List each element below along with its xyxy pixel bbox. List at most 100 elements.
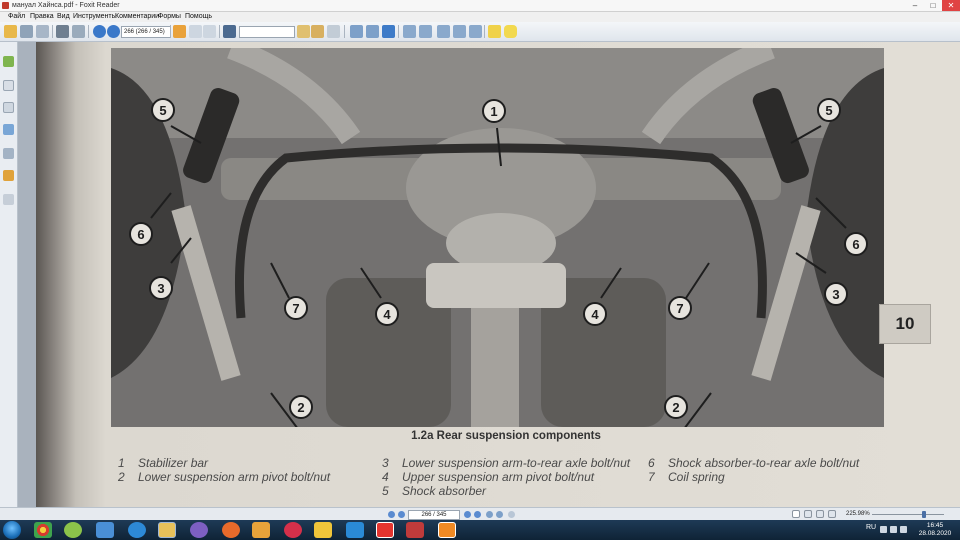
menu-edit[interactable]: Правка bbox=[30, 12, 54, 22]
windows-start-icon[interactable] bbox=[3, 521, 21, 539]
legend-item: 6 Shock absorber-to-rear axle bolt/nut bbox=[648, 456, 859, 470]
minimize-button[interactable]: – bbox=[906, 0, 924, 11]
comment-note-icon[interactable] bbox=[504, 25, 517, 38]
cover-view-icon[interactable] bbox=[828, 510, 836, 518]
zoom-level[interactable]: 225.98% bbox=[846, 510, 870, 519]
legend-text: Shock absorber-to-rear axle bolt/nut bbox=[668, 456, 860, 470]
history-icon[interactable] bbox=[508, 511, 515, 518]
chapter-tab-number: 10 bbox=[895, 314, 915, 333]
torrent-app-icon[interactable] bbox=[346, 522, 364, 538]
bookmarks-panel-icon[interactable] bbox=[3, 56, 14, 67]
comments-panel-icon[interactable] bbox=[3, 124, 14, 135]
email-icon[interactable] bbox=[72, 25, 85, 38]
toolbar-separator bbox=[52, 25, 53, 38]
save-icon[interactable] bbox=[20, 25, 33, 38]
zoom-slider[interactable] bbox=[872, 514, 944, 515]
search-input[interactable] bbox=[239, 26, 295, 38]
legend-item: 3 Lower suspension arm-to-rear axle bolt/… bbox=[382, 456, 630, 470]
next-page-icon[interactable] bbox=[107, 25, 120, 38]
clock-time: 16:45 bbox=[926, 522, 944, 529]
taskbar: RU 16:45 28.08.2020 bbox=[0, 520, 960, 540]
rotate-icon[interactable] bbox=[403, 25, 416, 38]
toolbar-separator bbox=[344, 25, 345, 38]
window-title: мануал Хайнса.pdf - Foxit Reader bbox=[12, 2, 120, 9]
find-icon[interactable] bbox=[223, 25, 236, 38]
suspension-figure: 1 5 5 6 6 3 3 4 4 7 7 2 2 bbox=[111, 48, 884, 427]
toolbar-separator bbox=[88, 25, 89, 38]
chrome-icon[interactable] bbox=[34, 522, 52, 538]
tray-arrow-icon[interactable] bbox=[880, 526, 887, 533]
fit-page-icon[interactable] bbox=[350, 25, 363, 38]
select-text-icon[interactable] bbox=[189, 25, 202, 38]
document-view[interactable]: 1 5 5 6 6 3 3 4 4 7 7 2 2 10 1.2a Rear s… bbox=[18, 42, 960, 507]
legend-number: 5 bbox=[382, 484, 389, 498]
zoom-slider-thumb[interactable] bbox=[921, 511, 926, 518]
continuous-view-icon[interactable] bbox=[804, 510, 812, 518]
firefox-icon[interactable] bbox=[222, 522, 240, 538]
security-panel-icon[interactable] bbox=[3, 170, 14, 181]
menu-bar: Файл Правка Вид Инструменты Комментарии … bbox=[0, 12, 960, 22]
last-page-icon[interactable] bbox=[474, 511, 481, 518]
network-app-icon[interactable] bbox=[96, 522, 114, 538]
utility-app-icon[interactable] bbox=[314, 522, 332, 538]
menu-tools[interactable]: Инструменты bbox=[73, 12, 117, 22]
first-page-icon[interactable] bbox=[388, 511, 395, 518]
flag-app-icon[interactable] bbox=[406, 522, 424, 538]
menu-help[interactable]: Помощь bbox=[185, 12, 212, 22]
menu-forms[interactable]: Формы bbox=[158, 12, 181, 22]
layers-panel-icon[interactable] bbox=[3, 102, 14, 113]
select-arrow-icon[interactable] bbox=[203, 25, 216, 38]
single-page-view-icon[interactable] bbox=[792, 510, 800, 518]
internet-explorer-icon[interactable] bbox=[128, 522, 146, 538]
maximize-button[interactable]: □ bbox=[924, 0, 942, 11]
folder-icon[interactable] bbox=[311, 25, 324, 38]
save-as-icon[interactable] bbox=[36, 25, 49, 38]
pages-panel-icon[interactable] bbox=[3, 80, 14, 91]
media-player-icon[interactable] bbox=[252, 522, 270, 538]
snapshot-icon[interactable] bbox=[469, 25, 482, 38]
go-forward-icon[interactable] bbox=[496, 511, 503, 518]
language-indicator[interactable]: RU bbox=[866, 524, 876, 531]
text-tool-icon[interactable] bbox=[488, 25, 501, 38]
volume-tray-icon[interactable] bbox=[900, 526, 907, 533]
callout-4-left: 4 bbox=[383, 307, 391, 322]
page-number-input[interactable]: 266 (266 / 345) bbox=[121, 26, 171, 38]
legend-item: 4 Upper suspension arm pivot bolt/nut bbox=[382, 470, 594, 484]
menu-comments[interactable]: Комментарии bbox=[115, 12, 159, 22]
signatures-panel-icon[interactable] bbox=[3, 194, 14, 205]
print-icon[interactable] bbox=[56, 25, 69, 38]
fit-width-icon[interactable] bbox=[366, 25, 379, 38]
previous-page-icon[interactable] bbox=[398, 511, 405, 518]
legend-item: 1 Stabilizer bar bbox=[118, 456, 208, 470]
callout-7-right: 7 bbox=[676, 301, 683, 316]
menu-view[interactable]: Вид bbox=[57, 12, 70, 22]
green-app-icon[interactable] bbox=[64, 522, 82, 538]
facing-page-icon[interactable] bbox=[453, 25, 466, 38]
viber-icon[interactable] bbox=[190, 522, 208, 538]
hand-tool-icon[interactable] bbox=[173, 25, 186, 38]
file-explorer-icon[interactable] bbox=[158, 522, 176, 538]
opera-icon[interactable] bbox=[376, 522, 394, 538]
go-back-icon[interactable] bbox=[486, 511, 493, 518]
single-page-icon[interactable] bbox=[419, 25, 432, 38]
foxit-taskbar-icon[interactable] bbox=[438, 522, 456, 538]
open-icon[interactable] bbox=[4, 25, 17, 38]
attachments-panel-icon[interactable] bbox=[3, 148, 14, 159]
system-clock[interactable]: 16:45 28.08.2020 bbox=[912, 522, 958, 538]
actual-size-icon[interactable] bbox=[382, 25, 395, 38]
zoom-dropdown-icon[interactable] bbox=[327, 25, 340, 38]
bookmark-icon[interactable] bbox=[297, 25, 310, 38]
itunes-icon[interactable] bbox=[284, 522, 302, 538]
next-page-icon[interactable] bbox=[464, 511, 471, 518]
network-tray-icon[interactable] bbox=[890, 526, 897, 533]
legend-number: 7 bbox=[648, 470, 655, 484]
status-page-input[interactable]: 266 / 345 bbox=[408, 510, 460, 520]
previous-page-icon[interactable] bbox=[93, 25, 106, 38]
continuous-page-icon[interactable] bbox=[437, 25, 450, 38]
facing-view-icon[interactable] bbox=[816, 510, 824, 518]
callout-4-right: 4 bbox=[591, 307, 599, 322]
menu-file[interactable]: Файл bbox=[8, 12, 25, 22]
callout-5-left: 5 bbox=[159, 103, 166, 118]
close-button[interactable]: ✕ bbox=[942, 0, 960, 11]
legend-number: 1 bbox=[118, 456, 125, 470]
